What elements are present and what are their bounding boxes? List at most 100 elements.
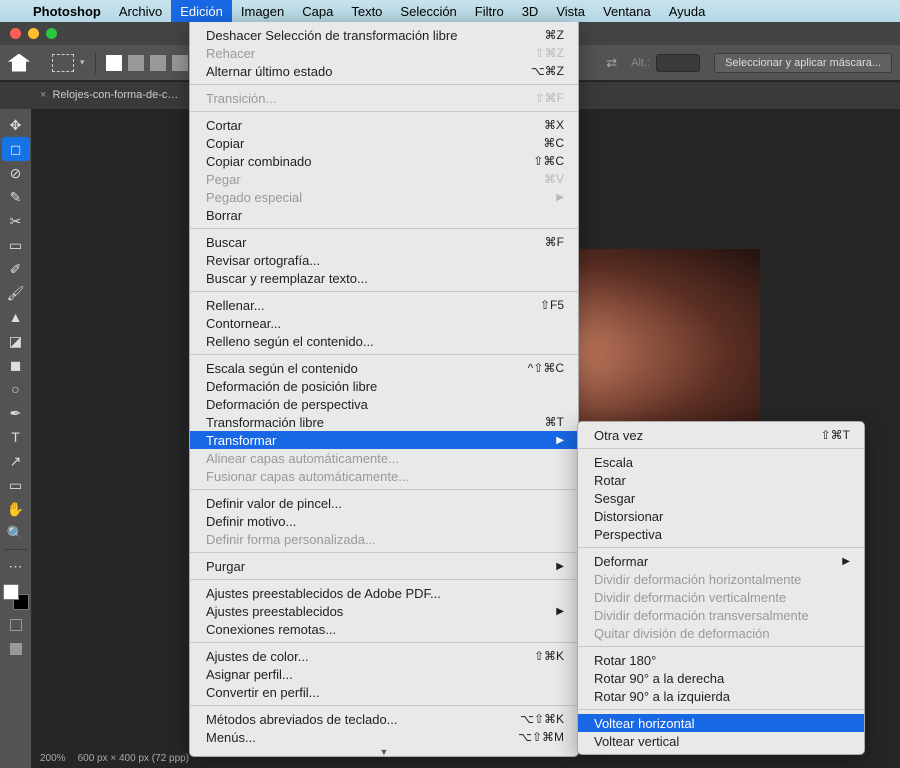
- edicion-item[interactable]: Ajustes de color...⇧⌘K: [190, 647, 578, 665]
- shortcut: ⇧⌘F: [505, 91, 564, 105]
- edicion-item[interactable]: Deshacer Selección de transformación lib…: [190, 26, 578, 44]
- transformar-item[interactable]: Otra vez⇧⌘T: [578, 426, 864, 444]
- submenu-transformar[interactable]: Otra vez⇧⌘T EscalaRotarSesgarDistorsionar…: [577, 421, 865, 755]
- path-tool[interactable]: ↗: [2, 449, 30, 473]
- brush-tool[interactable]: 🖌: [2, 281, 30, 305]
- swap-icon[interactable]: ⇄: [606, 55, 617, 71]
- menu-archivo[interactable]: Archivo: [110, 0, 171, 22]
- crop-tool[interactable]: ✂: [2, 209, 30, 233]
- close-tab-icon[interactable]: ×: [40, 89, 46, 101]
- select-mask-button[interactable]: Seleccionar y aplicar máscara...: [714, 53, 892, 73]
- edicion-item[interactable]: Ajustes preestablecidos de Adobe PDF...: [190, 584, 578, 602]
- menu-ventana[interactable]: Ventana: [594, 0, 660, 22]
- eyedropper-tool[interactable]: ✐: [2, 257, 30, 281]
- quick-select-tool[interactable]: ✎: [2, 185, 30, 209]
- eraser-tool[interactable]: ◪: [2, 329, 30, 353]
- app-name[interactable]: Photoshop: [24, 4, 110, 19]
- screenmode-icon[interactable]: [2, 634, 30, 658]
- edicion-item[interactable]: Buscar y reemplazar texto...: [190, 269, 578, 287]
- document-tab[interactable]: × Relojes-con-forma-de-c…: [40, 89, 178, 101]
- menu-item-label: Deformación de posición libre: [206, 379, 377, 394]
- tool-palette: ✥◻⊘✎✂▭✐🖌▲◪◼○✒T↗▭✋🔍⋯: [0, 109, 32, 768]
- dodge-tool[interactable]: ○: [2, 377, 30, 401]
- transformar-item[interactable]: Voltear horizontal: [578, 714, 864, 732]
- transformar-item[interactable]: Sesgar: [578, 489, 864, 507]
- edicion-item[interactable]: Cortar⌘X: [190, 116, 578, 134]
- edicion-item[interactable]: Métodos abreviados de teclado...⌥⇧⌘K: [190, 710, 578, 728]
- fg-swatch[interactable]: [3, 584, 19, 600]
- edicion-item[interactable]: Contornear...: [190, 314, 578, 332]
- menu-texto[interactable]: Texto: [342, 0, 391, 22]
- zoom-window-icon[interactable]: [46, 28, 57, 39]
- transformar-item[interactable]: Perspectiva: [578, 525, 864, 543]
- edicion-item[interactable]: Asignar perfil...: [190, 665, 578, 683]
- submenu-arrow-icon: ▶: [526, 561, 564, 572]
- edicion-item[interactable]: Buscar⌘F: [190, 233, 578, 251]
- transformar-item[interactable]: Rotar 90° a la izquierda: [578, 687, 864, 705]
- edicion-item[interactable]: Definir motivo...: [190, 512, 578, 530]
- edicion-item[interactable]: Borrar: [190, 206, 578, 224]
- edicion-item[interactable]: Transformación libre⌘T: [190, 413, 578, 431]
- gradient-tool[interactable]: ◼: [2, 353, 30, 377]
- edicion-item[interactable]: Relleno según el contenido...: [190, 332, 578, 350]
- chevron-down-icon[interactable]: ▾: [80, 57, 85, 68]
- menu-edicion[interactable]: Deshacer Selección de transformación lib…: [189, 22, 579, 757]
- menu-selección[interactable]: Selección: [391, 0, 465, 22]
- marquee-subtract-icon[interactable]: [150, 55, 166, 71]
- menu-item-label: Pegado especial: [206, 190, 302, 205]
- edicion-item[interactable]: Copiar combinado⇧⌘C: [190, 152, 578, 170]
- marquee-intersect-icon[interactable]: [172, 55, 188, 71]
- transformar-item[interactable]: Deformar▶: [578, 552, 864, 570]
- edicion-item[interactable]: Conexiones remotas...: [190, 620, 578, 638]
- edicion-item[interactable]: Revisar ortografía...: [190, 251, 578, 269]
- color-swatches[interactable]: [3, 584, 29, 610]
- edicion-item[interactable]: Ajustes preestablecidos▶: [190, 602, 578, 620]
- lasso-tool[interactable]: ⊘: [2, 161, 30, 185]
- edicion-item[interactable]: Deformación de posición libre: [190, 377, 578, 395]
- marquee-rect-icon[interactable]: [106, 55, 122, 71]
- alt-input[interactable]: [656, 54, 700, 72]
- menu-ayuda[interactable]: Ayuda: [660, 0, 715, 22]
- edicion-item[interactable]: Transformar▶: [190, 431, 578, 449]
- tool-preset-icon[interactable]: [52, 54, 74, 72]
- marquee-add-icon[interactable]: [128, 55, 144, 71]
- marquee-tool[interactable]: ◻: [2, 137, 30, 161]
- menu-item-label: Ajustes preestablecidos de Adobe PDF...: [206, 586, 441, 601]
- menu-3d[interactable]: 3D: [513, 0, 548, 22]
- pen-tool[interactable]: ✒: [2, 401, 30, 425]
- edicion-item[interactable]: Alternar último estado⌥⌘Z: [190, 62, 578, 80]
- menu-edición[interactable]: Edición: [171, 0, 232, 22]
- menu-item-label: Relleno según el contenido...: [206, 334, 374, 349]
- menu-filtro[interactable]: Filtro: [466, 0, 513, 22]
- type-tool[interactable]: T: [2, 425, 30, 449]
- edicion-item[interactable]: Purgar▶: [190, 557, 578, 575]
- hand-tool[interactable]: ✋: [2, 497, 30, 521]
- close-window-icon[interactable]: [10, 28, 21, 39]
- home-icon[interactable]: [8, 54, 30, 72]
- edicion-item[interactable]: Definir valor de pincel...: [190, 494, 578, 512]
- menu-capa[interactable]: Capa: [293, 0, 342, 22]
- zoom-tool[interactable]: 🔍: [2, 521, 30, 545]
- transformar-item[interactable]: Voltear vertical: [578, 732, 864, 750]
- edicion-item[interactable]: Deformación de perspectiva: [190, 395, 578, 413]
- edicion-item[interactable]: Menús...⌥⇧⌘M: [190, 728, 578, 746]
- edicion-item[interactable]: Escala según el contenido^⇧⌘C: [190, 359, 578, 377]
- more-tools-icon[interactable]: ⋯: [2, 554, 30, 578]
- transformar-item[interactable]: Rotar 180°: [578, 651, 864, 669]
- frame-tool[interactable]: ▭: [2, 233, 30, 257]
- minimize-window-icon[interactable]: [28, 28, 39, 39]
- move-tool[interactable]: ✥: [2, 113, 30, 137]
- transformar-item[interactable]: Rotar 90° a la derecha: [578, 669, 864, 687]
- transformar-item[interactable]: Distorsionar: [578, 507, 864, 525]
- menu-imagen[interactable]: Imagen: [232, 0, 293, 22]
- zoom-level[interactable]: 200%: [40, 753, 66, 764]
- transformar-item[interactable]: Rotar: [578, 471, 864, 489]
- transformar-item[interactable]: Escala: [578, 453, 864, 471]
- edicion-item[interactable]: Rellenar...⇧F5: [190, 296, 578, 314]
- edicion-item[interactable]: Copiar⌘C: [190, 134, 578, 152]
- shape-tool[interactable]: ▭: [2, 473, 30, 497]
- quickmask-icon[interactable]: [2, 610, 30, 634]
- menu-vista[interactable]: Vista: [547, 0, 594, 22]
- edicion-item[interactable]: Convertir en perfil...: [190, 683, 578, 701]
- stamp-tool[interactable]: ▲: [2, 305, 30, 329]
